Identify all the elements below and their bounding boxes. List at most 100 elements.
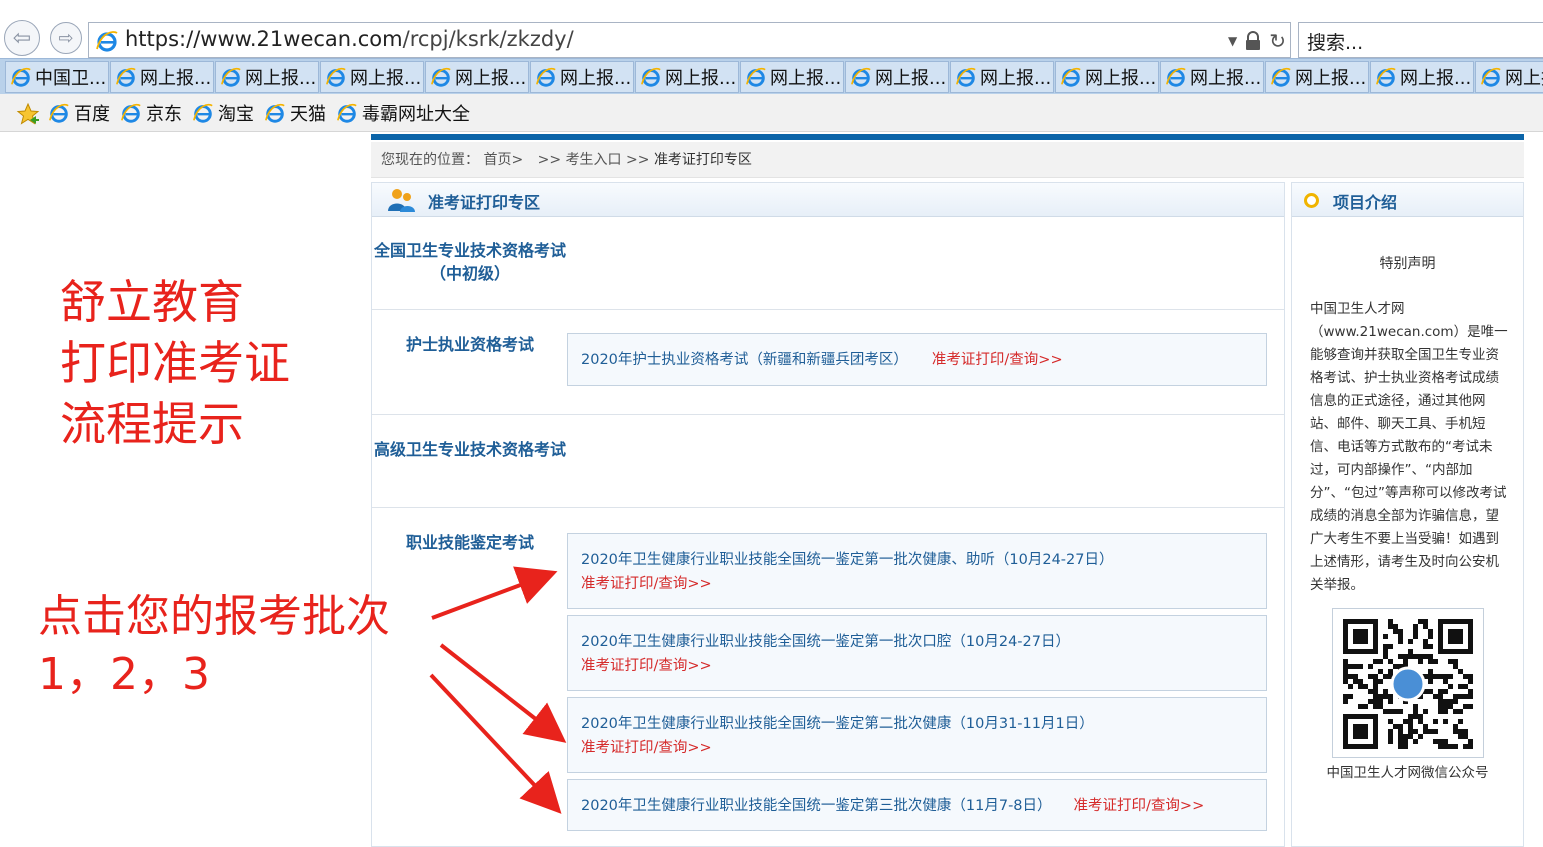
tab-label: 网上报...	[1190, 68, 1262, 89]
category-label[interactable]: 高级卫生专业技术资格考试	[372, 438, 568, 461]
browser-tab[interactable]: 网上报...	[530, 61, 634, 93]
exam-item[interactable]: 2020年护士执业资格考试（新疆和新疆兵团考区） 准考证打印/查询>>	[567, 333, 1267, 386]
url-text: https://www.21wecan.com/rcpj/ksrk/zkzdy/	[125, 27, 574, 51]
browser-tab[interactable]: 网上报...	[740, 61, 844, 93]
browser-tab[interactable]: 网上报...	[635, 61, 739, 93]
browser-tab[interactable]: 网上报...	[1055, 61, 1159, 93]
browser-tab[interactable]: 网上报...	[1475, 61, 1543, 93]
back-arrow-icon[interactable]: ⇦	[4, 20, 40, 56]
header-accent-line	[371, 134, 1524, 140]
search-placeholder: 搜索...	[1307, 32, 1364, 54]
tab-label: 网上报...	[1295, 68, 1367, 89]
print-admission-link[interactable]: 准考证打印/查询>>	[932, 352, 1063, 368]
tab-label: 网上报...	[770, 68, 842, 89]
annotation-line: 点击您的报考批次	[38, 591, 390, 642]
tab-label: 网上报...	[1085, 68, 1157, 89]
address-bar-row: ⇦ ⇨ https://www.21wecan.com/rcpj/ksrk/zk…	[0, 0, 1543, 60]
annotation-line: 舒立教育	[60, 275, 244, 329]
ie-logo-icon	[746, 67, 766, 87]
exam-name[interactable]: 2020年卫生健康行业职业技能全国统一鉴定第二批次健康（10月31-11月1日）	[581, 712, 1266, 736]
browser-tab[interactable]: 网上报...	[320, 61, 424, 93]
ie-logo-icon	[641, 67, 661, 87]
category-label[interactable]: 全国卫生专业技术资格考试（中初级）	[372, 239, 568, 285]
exam-item[interactable]: 2020年卫生健康行业职业技能全国统一鉴定第一批次口腔（10月24-27日） 准…	[567, 615, 1267, 691]
favorite-link[interactable]: 毒霸网址大全	[336, 100, 470, 126]
browser-tab[interactable]: 网上报...	[110, 61, 214, 93]
main-panel-title: 准考证打印专区	[428, 193, 541, 212]
breadcrumb-current: 准考证打印专区	[653, 152, 752, 168]
url-path: /rcpj/ksrk/zkzdy/	[402, 27, 574, 51]
ie-logo-icon	[96, 31, 118, 52]
exam-name[interactable]: 2020年卫生健康行业职业技能全国统一鉴定第一批次口腔（10月24-27日）	[581, 630, 1266, 654]
annotation-line: 1，2，3	[38, 649, 210, 700]
main-panel-header: 准考证打印专区	[372, 183, 1284, 217]
browser-tab[interactable]: 网上报...	[1160, 61, 1264, 93]
tab-label: 网上报...	[350, 68, 422, 89]
browser-tab[interactable]: 网上报...	[425, 61, 529, 93]
ie-logo-icon	[221, 67, 241, 87]
ie-logo-icon	[337, 103, 357, 123]
ie-logo-icon	[121, 103, 141, 123]
ie-logo-icon	[1376, 67, 1396, 87]
forward-arrow-icon[interactable]: ⇨	[50, 22, 82, 54]
category-label[interactable]: 护士执业资格考试	[372, 333, 568, 356]
favorite-link[interactable]: 淘宝	[192, 100, 254, 126]
browser-tab[interactable]: 网上报...	[845, 61, 949, 93]
main-panel: 准考证打印专区 全国卫生专业技术资格考试（中初级） 护士执业资格考试 2020年…	[371, 182, 1285, 847]
annotation-title: 舒立教育 打印准考证 流程提示	[60, 272, 290, 455]
exam-item[interactable]: 2020年卫生健康行业职业技能全国统一鉴定第一批次健康、助听（10月24-27日…	[567, 533, 1267, 609]
tab-label: 网上报...	[1400, 68, 1472, 89]
browser-tab[interactable]: 网上报...	[215, 61, 319, 93]
favorite-link[interactable]: 天猫	[264, 100, 326, 126]
ie-logo-icon	[1166, 67, 1186, 87]
favorites-bar: 百度 京东 淘宝 天猫 毒霸网址大全	[0, 94, 1543, 132]
print-admission-link[interactable]: 准考证打印/查询>>	[1074, 798, 1205, 814]
browser-tab[interactable]: 网上报...	[950, 61, 1054, 93]
refresh-icon[interactable]: ↻	[1269, 29, 1286, 53]
browser-tab[interactable]: 网上报...	[1265, 61, 1369, 93]
side-panel-header: 项目介绍	[1292, 183, 1523, 217]
tab-label: 网上报...	[140, 68, 212, 89]
print-admission-link[interactable]: 准考证打印/查询>>	[581, 572, 1266, 596]
breadcrumb-home-link[interactable]: 首页>	[483, 152, 523, 168]
print-admission-link[interactable]: 准考证打印/查询>>	[581, 654, 1266, 678]
category-label[interactable]: 职业技能鉴定考试	[372, 531, 568, 554]
breadcrumb-separator: >>	[537, 152, 562, 168]
annotation-line: 流程提示	[60, 397, 244, 451]
tab-label: 网上报...	[1505, 68, 1543, 89]
breadcrumb-separator: >>	[626, 152, 650, 168]
browser-tab[interactable]: 中国卫...	[5, 61, 109, 93]
qr-code-caption: 中国卫生人才网微信公众号	[1326, 765, 1489, 781]
favorite-label: 京东	[146, 104, 182, 125]
lock-icon[interactable]	[1245, 31, 1261, 51]
side-panel: 项目介绍 特别声明 中国卫生人才网（www.21wecan.com）是唯一能够查…	[1291, 182, 1524, 847]
tab-label: 网上报...	[875, 68, 947, 89]
section-divider	[372, 414, 1284, 415]
ie-logo-icon	[265, 103, 285, 123]
print-admission-link[interactable]: 准考证打印/查询>>	[581, 736, 1266, 760]
favorite-link[interactable]: 京东	[120, 100, 182, 126]
dropdown-icon[interactable]: ▼	[1228, 34, 1237, 48]
ie-logo-icon	[536, 67, 556, 87]
section-divider	[372, 309, 1284, 310]
notice-heading: 特别声明	[1379, 256, 1436, 272]
search-input[interactable]: 搜索...	[1298, 22, 1543, 58]
tab-label: 网上报...	[980, 68, 1052, 89]
favorite-link[interactable]: 百度	[48, 100, 110, 126]
exam-name[interactable]: 2020年卫生健康行业职业技能全国统一鉴定第三批次健康（11月7-8日）	[581, 798, 1052, 814]
exam-name[interactable]: 2020年卫生健康行业职业技能全国统一鉴定第一批次健康、助听（10月24-27日…	[581, 548, 1266, 572]
exam-item[interactable]: 2020年卫生健康行业职业技能全国统一鉴定第三批次健康（11月7-8日） 准考证打…	[567, 779, 1267, 831]
favorites-star-icon[interactable]	[16, 102, 40, 126]
url-field[interactable]: https://www.21wecan.com/rcpj/ksrk/zkzdy/…	[88, 22, 1291, 58]
browser-tab[interactable]: 网上报...	[1370, 61, 1474, 93]
ie-logo-icon	[116, 67, 136, 87]
ie-logo-icon	[1271, 67, 1291, 87]
section-divider	[372, 507, 1284, 508]
ie-logo-icon	[851, 67, 871, 87]
breadcrumb-level1-link[interactable]: 考生入口	[566, 152, 622, 168]
exam-name[interactable]: 2020年护士执业资格考试（新疆和新疆兵团考区）	[581, 352, 908, 368]
exam-item[interactable]: 2020年卫生健康行业职业技能全国统一鉴定第二批次健康（10月31-11月1日）…	[567, 697, 1267, 773]
annotation-instruction: 点击您的报考批次 1，2，3	[38, 588, 390, 704]
user-group-icon	[388, 189, 415, 212]
notice-text: 中国卫生人才网（www.21wecan.com）是唯一能够查询并获取全国卫生专业…	[1310, 301, 1508, 593]
